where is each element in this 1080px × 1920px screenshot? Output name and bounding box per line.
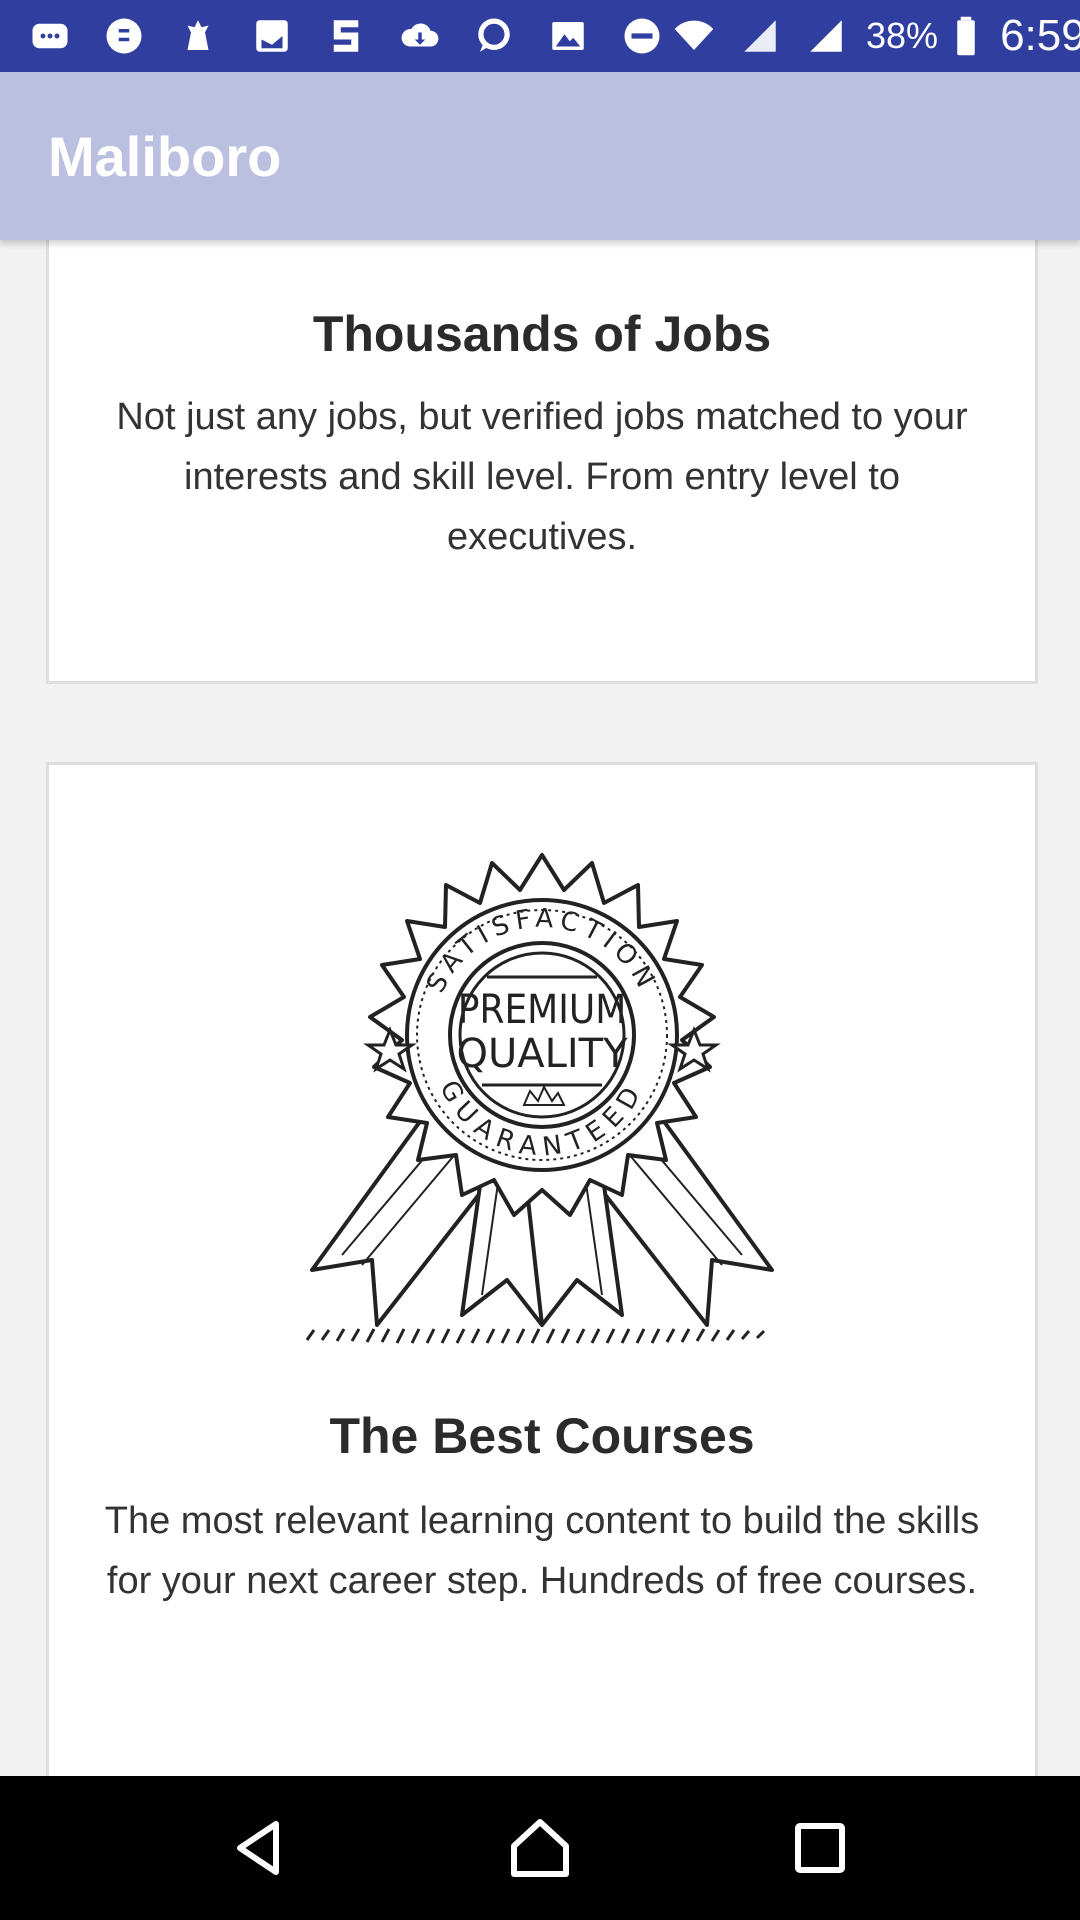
badge-line1: PREMIUM [458,987,627,1033]
stripe-icon [320,14,372,58]
premium-quality-badge-image: SATISFACTION GUARANTEED PREMIUM QUALITY [49,835,1035,1355]
battery-icon [952,14,980,58]
gallery-icon [542,14,594,58]
outlook-icon [246,14,298,58]
card-title: The Best Courses [329,1408,755,1464]
feature-card-jobs: Thousands of Jobs Not just any jobs, but… [46,240,1038,684]
card-description: The most relevant learning content to bu… [104,1500,980,1602]
badge-line2: QUALITY [456,1031,628,1077]
chat-icon [24,14,76,58]
download-icon [394,14,446,58]
signal-no-data-icon [734,14,786,58]
back-icon[interactable] [220,1808,300,1888]
clock: 6:59 [1000,11,1080,60]
system-status: 38% 6:59 [668,11,1080,61]
app-bar: Maliboro [0,72,1080,240]
messenger-icon [98,14,150,58]
premier-league-icon [172,14,224,58]
feature-card-courses: SATISFACTION GUARANTEED PREMIUM QUALITY [46,762,1038,1776]
battery-percent: 38% [866,15,939,56]
dnd-icon [616,14,668,58]
navigation-bar [0,1776,1080,1920]
status-bar: 38% 6:59 [0,0,1080,72]
badge-illustration: SATISFACTION GUARANTEED PREMIUM QUALITY [305,853,774,1344]
card-description: Not just any jobs, but verified jobs mat… [116,396,968,558]
home-icon[interactable] [500,1808,580,1888]
wifi-icon [668,14,720,58]
recents-icon[interactable] [780,1808,860,1888]
whatsapp-icon [468,14,520,58]
card-title: Thousands of Jobs [312,306,772,362]
signal-icon [800,14,852,58]
notification-icons [24,14,668,58]
app-title: Maliboro [48,124,282,188]
content-scroll[interactable]: Thousands of Jobs Not just any jobs, but… [0,240,1080,1776]
